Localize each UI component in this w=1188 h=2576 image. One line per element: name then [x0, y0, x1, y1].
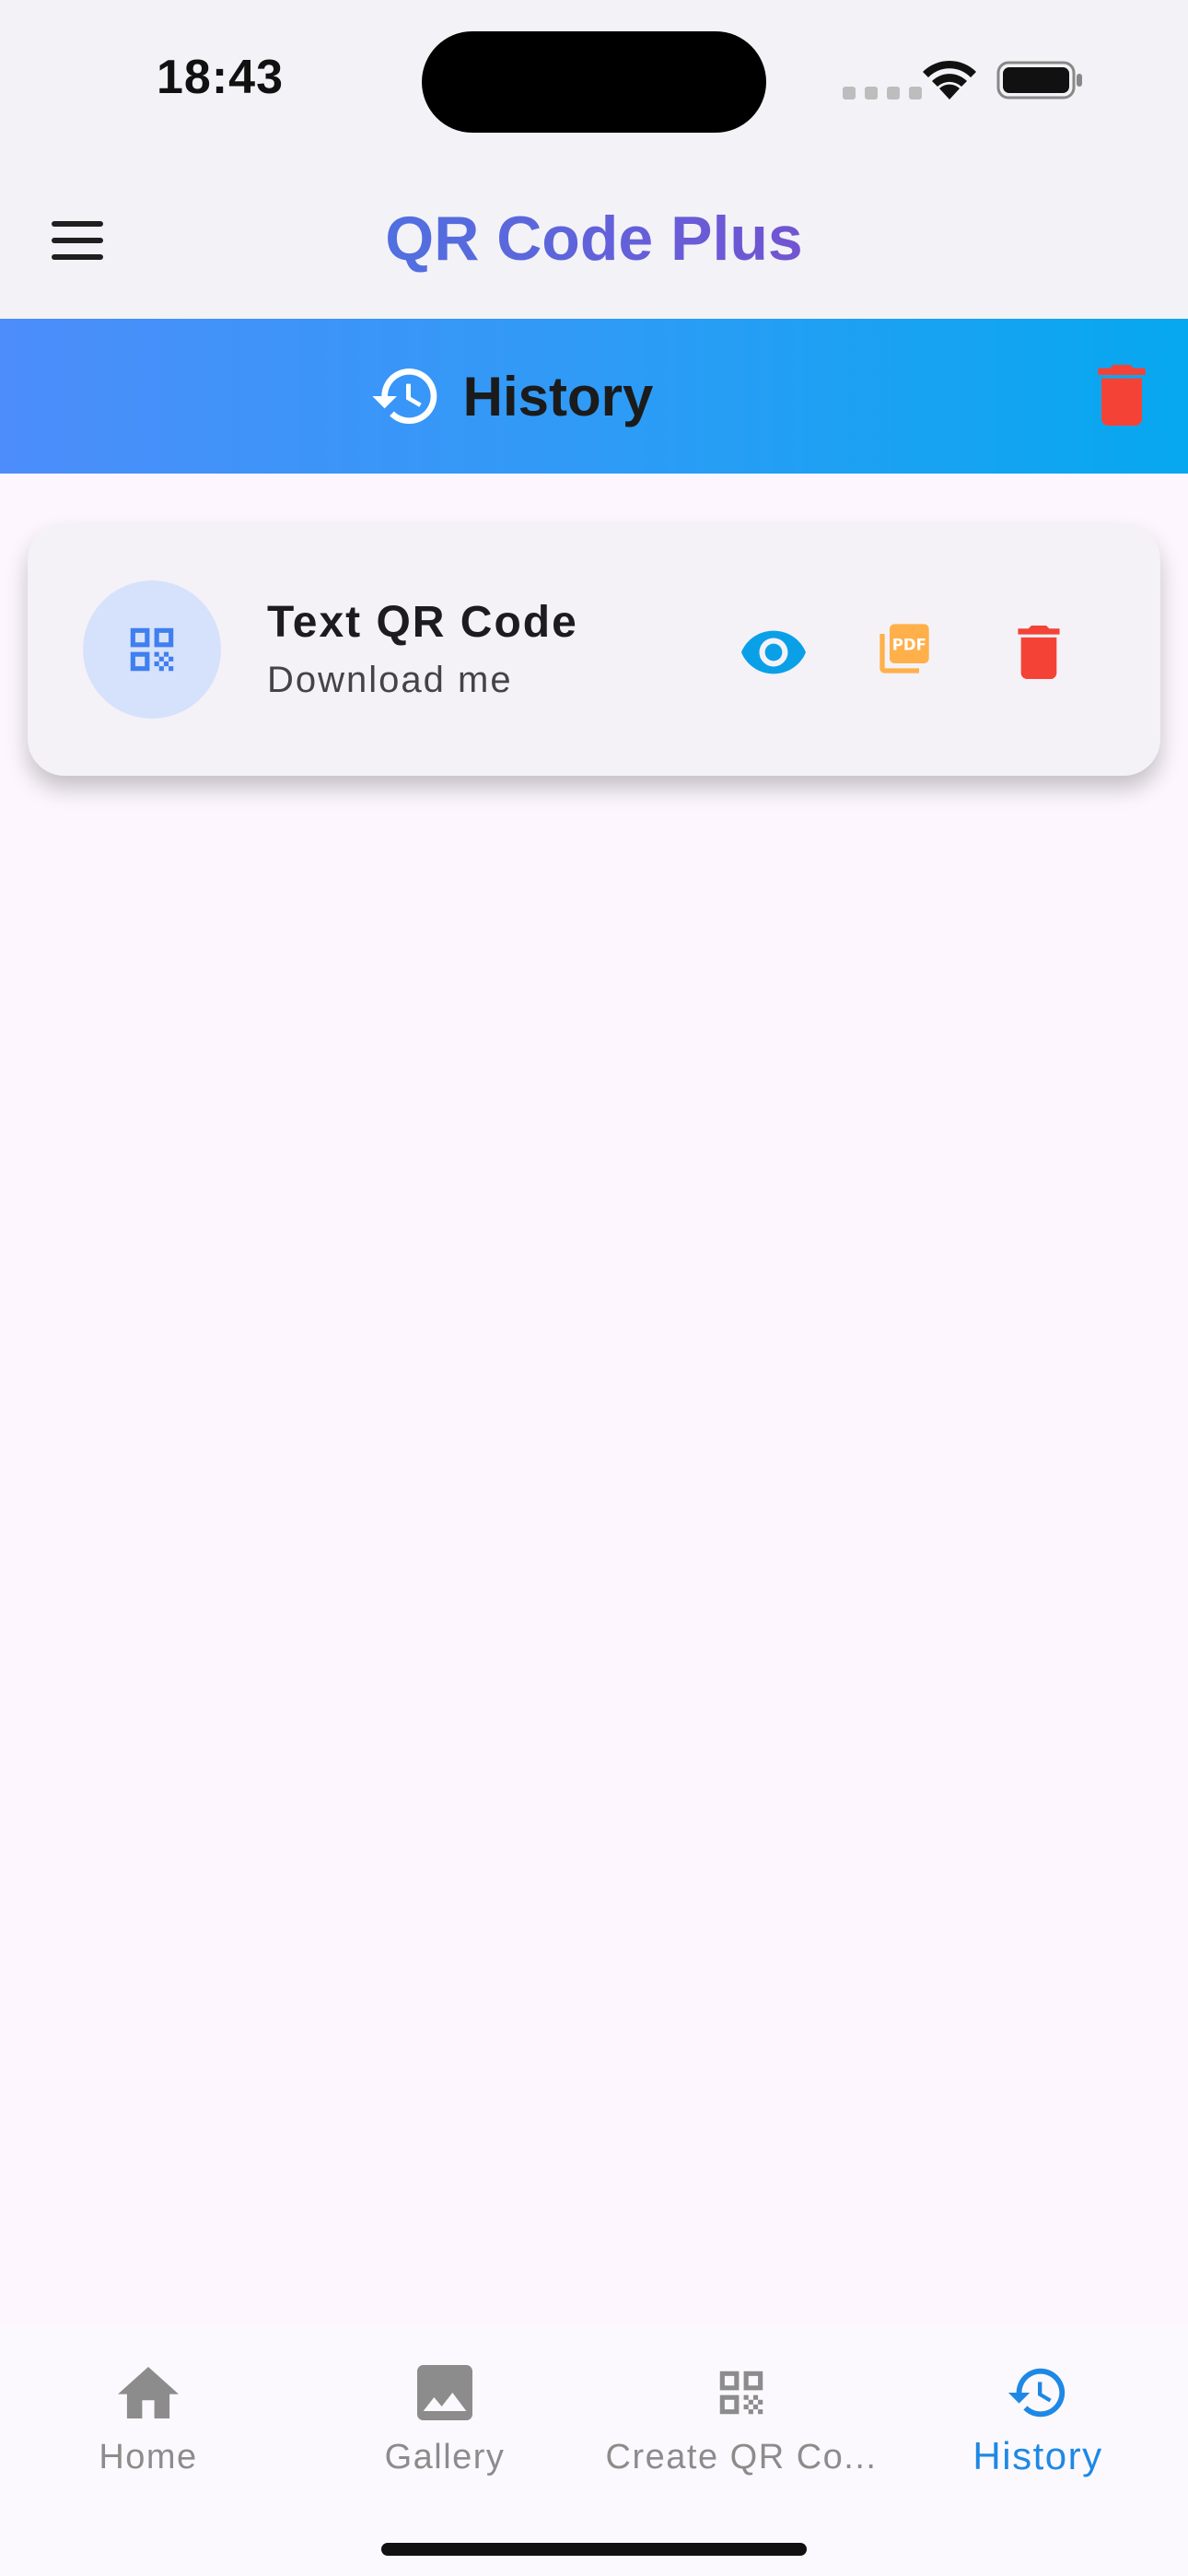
- wifi-icon: [923, 60, 976, 100]
- bottom-navigation: Home Gallery Create QR Co... History: [0, 2324, 1188, 2576]
- history-icon: [371, 369, 437, 425]
- nav-label-gallery: Gallery: [384, 2438, 506, 2476]
- cellular-signal-icon: [843, 87, 922, 100]
- history-item-subtitle: Download me: [267, 660, 513, 700]
- eye-icon: [741, 630, 806, 674]
- delete-button[interactable]: [1002, 615, 1076, 689]
- svg-text:PDF: PDF: [892, 636, 926, 653]
- qr-code-icon: [719, 2371, 763, 2415]
- clear-history-trash-icon[interactable]: [1096, 365, 1147, 426]
- qr-code-icon: [130, 627, 174, 672]
- home-icon: [118, 2366, 179, 2419]
- view-button[interactable]: [737, 615, 810, 689]
- nav-label-create-qr: Create QR Co...: [605, 2438, 878, 2476]
- history-item-title: Text QR Code: [267, 598, 578, 647]
- history-item-card[interactable]: Text QR Code Download me PDF: [28, 523, 1160, 776]
- nav-label-history: History: [973, 2434, 1103, 2477]
- banner-title: History: [462, 365, 654, 427]
- app-title: QR Code Plus: [0, 203, 1188, 275]
- nav-label-home: Home: [99, 2438, 198, 2476]
- status-bar: 18:43: [0, 0, 1188, 162]
- history-icon: [1007, 2368, 1066, 2418]
- nav-item-history[interactable]: History: [890, 2342, 1186, 2489]
- nav-item-home[interactable]: Home: [0, 2342, 297, 2489]
- home-indicator: [381, 2543, 807, 2556]
- status-time: 18:43: [157, 51, 284, 104]
- trash-icon: [1018, 626, 1060, 679]
- image-icon: [417, 2365, 472, 2420]
- app-bar: QR Code Plus: [0, 162, 1188, 319]
- export-pdf-button[interactable]: PDF: [868, 612, 941, 685]
- dynamic-island: [422, 31, 766, 133]
- battery-icon: [996, 61, 1082, 100]
- nav-item-create-qr[interactable]: Create QR Co...: [593, 2342, 890, 2489]
- pdf-icon: PDF: [879, 624, 929, 673]
- qr-avatar: [83, 580, 221, 719]
- history-banner: History: [0, 319, 1188, 474]
- nav-item-gallery[interactable]: Gallery: [297, 2342, 593, 2489]
